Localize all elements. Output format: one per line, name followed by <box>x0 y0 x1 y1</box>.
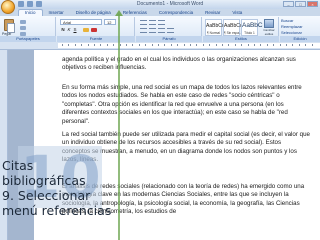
caption-line: bibliográficas <box>2 173 86 188</box>
tutorial-caption: Citas bibliográficas 9. Seleccionar menú… <box>2 158 111 218</box>
document-paragraph-2[interactable]: En su forma más simple, una red social e… <box>62 84 310 126</box>
caption-line: Citas <box>2 158 34 173</box>
close-button[interactable]: × <box>307 1 318 7</box>
ruler-tick <box>222 44 223 46</box>
ruler-tick <box>311 44 313 46</box>
pointer-line <box>118 14 120 240</box>
tab-correspondencia[interactable]: Correspondencia <box>153 9 199 16</box>
align-right-icon[interactable] <box>158 28 165 33</box>
tab-inicio[interactable]: Inicio <box>18 9 43 16</box>
caption-line: menú referencias <box>2 203 112 218</box>
replace-button[interactable]: Reemplazar <box>281 24 303 29</box>
multilevel-icon[interactable] <box>158 20 165 25</box>
bullets-icon[interactable] <box>140 20 147 25</box>
ruler-tick <box>209 44 211 46</box>
ruler-tick <box>138 44 140 46</box>
font-group: Arial 12 NKS <box>57 17 135 36</box>
ruler-tick <box>158 44 159 46</box>
align-center-icon[interactable] <box>149 28 156 33</box>
font-name-select[interactable]: Arial <box>60 19 102 25</box>
tab-revisar[interactable]: Revisar <box>199 9 226 16</box>
office-button[interactable] <box>1 0 15 14</box>
style-heading-1[interactable]: AaBbC Título 1 <box>241 19 263 36</box>
ruler-tick <box>94 44 95 46</box>
horizontal-ruler[interactable] <box>0 42 320 50</box>
format-buttons: NKS <box>60 27 78 32</box>
ruler-tick <box>266 44 268 46</box>
cut-icon[interactable] <box>20 20 26 24</box>
font-color-icon[interactable] <box>91 28 97 32</box>
caption-line: 9. Seleccionar <box>2 188 91 203</box>
save-icon[interactable] <box>18 1 24 7</box>
align-left-icon[interactable] <box>140 28 147 33</box>
numbering-icon[interactable] <box>149 20 156 25</box>
styles-group: AaBbCcDc ¶ Normal AaBbCcDc ¶ Sin espa...… <box>203 17 279 36</box>
tab-vista[interactable]: Vista <box>226 9 248 16</box>
ruler-tick <box>292 44 294 46</box>
change-styles-icon <box>264 19 274 28</box>
document-paragraph-1[interactable]: agenda política y el grado en el cual lo… <box>62 56 310 73</box>
clipboard-group: Pegar <box>0 17 56 36</box>
window-controls: – □ × <box>283 1 318 7</box>
ruler-tick <box>279 44 281 46</box>
ruler-tick <box>100 44 102 46</box>
style-no-spacing[interactable]: AaBbCcDc ¶ Sin espa... <box>223 19 248 36</box>
ruler-tick <box>254 44 255 46</box>
justify-icon[interactable] <box>167 28 174 33</box>
ruler-tick <box>126 44 127 46</box>
ribbon: Pegar Portapapeles Arial 12 NKS Fuente P… <box>0 16 320 43</box>
highlight-icon[interactable] <box>83 28 89 32</box>
ruler-tick <box>260 44 262 46</box>
ruler-tick <box>273 44 275 46</box>
quick-access-toolbar <box>18 1 58 8</box>
maximize-button[interactable]: □ <box>295 1 306 7</box>
ruler-tick <box>241 44 243 46</box>
ruler-tick <box>81 44 83 46</box>
ruler-tick <box>164 44 166 46</box>
ruler-tick <box>190 44 191 46</box>
ruler-tick <box>196 44 198 46</box>
paragraph-group <box>136 17 202 36</box>
ruler-tick <box>286 44 287 46</box>
select-button[interactable]: Seleccionar <box>281 30 302 35</box>
ruler-tick <box>247 44 249 46</box>
window-title: Documento1 - Microsoft Word <box>136 1 204 7</box>
ruler-tick <box>145 44 147 46</box>
tab-diseno-pagina[interactable]: Diseño de página <box>70 9 117 16</box>
ruler-tick <box>113 44 115 46</box>
underline-button[interactable]: S <box>72 27 78 32</box>
ruler-tick <box>74 44 76 46</box>
ruler-tick <box>106 44 108 46</box>
ribbon-tabs: Inicio Insertar Diseño de página Referen… <box>18 9 248 16</box>
ruler-tick <box>68 44 70 46</box>
ruler-tick <box>202 44 204 46</box>
ruler-tick <box>215 44 217 46</box>
ruler-tick <box>234 44 236 46</box>
style-normal[interactable]: AaBbCcDc ¶ Normal <box>205 19 230 36</box>
ruler-tick <box>62 44 63 46</box>
ruler-tick <box>151 44 153 46</box>
title-bar: Documento1 - Microsoft Word – □ × <box>0 0 320 14</box>
ruler-tick <box>183 44 185 46</box>
redo-icon[interactable] <box>36 1 42 7</box>
minimize-button[interactable]: – <box>283 1 294 7</box>
change-styles-button[interactable]: Cambiar estilos <box>262 19 276 36</box>
tab-insertar[interactable]: Insertar <box>43 9 70 16</box>
ruler-tick <box>228 44 230 46</box>
ruler-tick <box>298 44 300 46</box>
copy-icon[interactable] <box>20 26 26 30</box>
ruler-tick <box>305 44 307 46</box>
ruler-tick <box>170 44 172 46</box>
undo-icon[interactable] <box>27 1 33 7</box>
font-size-select[interactable]: 12 <box>104 19 116 25</box>
ruler-tick <box>132 44 134 46</box>
ruler-tick <box>177 44 179 46</box>
ruler-tick <box>87 44 89 46</box>
find-button[interactable]: Buscar <box>281 18 293 23</box>
